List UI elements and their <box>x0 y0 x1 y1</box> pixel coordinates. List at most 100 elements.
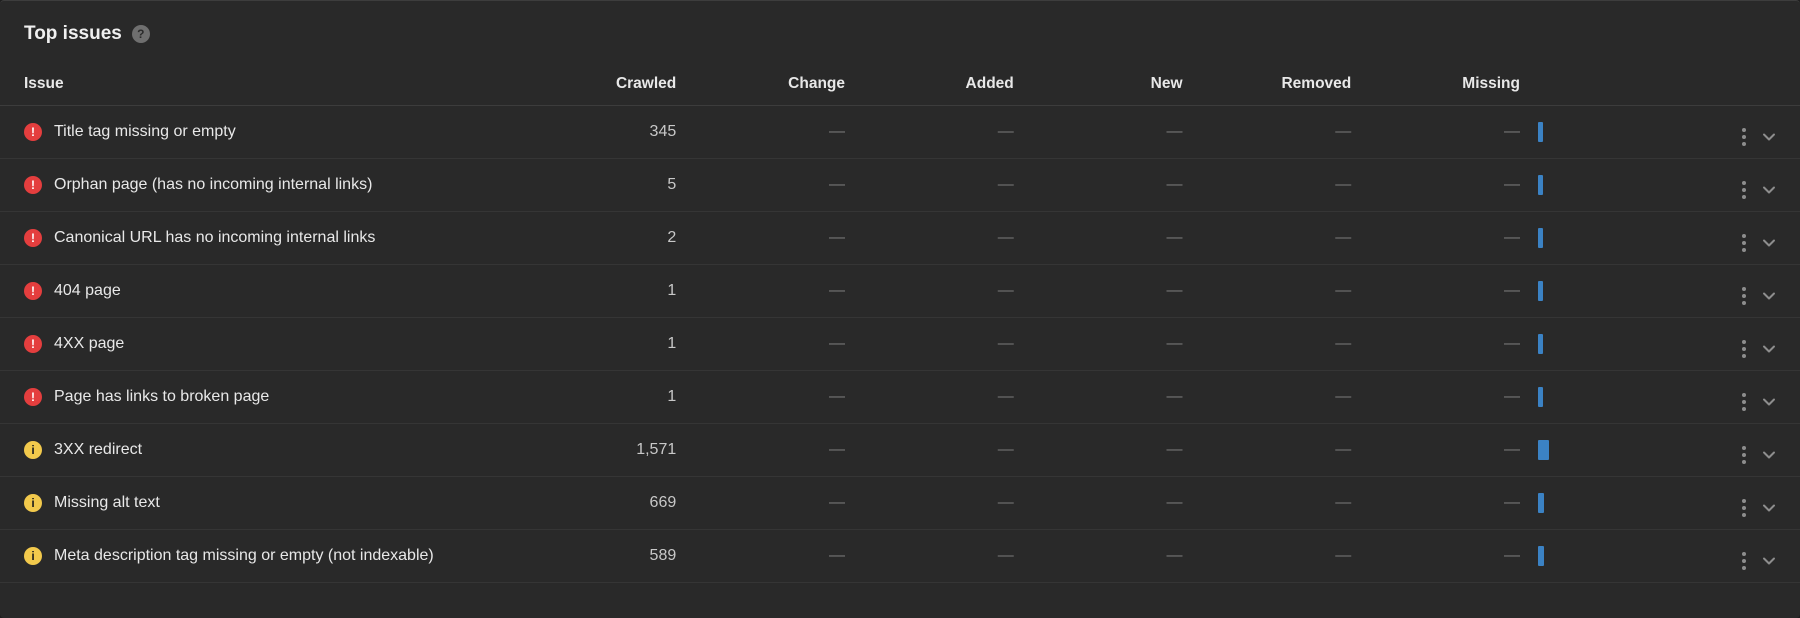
table-row[interactable]: !Page has links to broken page1————— <box>0 371 1800 424</box>
cell-crawled: 345 <box>518 106 687 159</box>
cell-missing: — <box>1361 212 1530 265</box>
chevron-down-icon[interactable] <box>1762 501 1776 515</box>
bar-track <box>1538 224 1691 252</box>
cell-missing: — <box>1361 530 1530 583</box>
issue-label: 4XX page <box>54 334 124 355</box>
chevron-down-icon[interactable] <box>1762 289 1776 303</box>
cell-crawled: 5 <box>518 159 687 212</box>
issue-label: 3XX redirect <box>54 440 142 461</box>
warning-icon: i <box>24 547 42 565</box>
bar-fill <box>1538 281 1543 301</box>
cell-new: — <box>1024 265 1193 318</box>
cell-missing: — <box>1361 318 1530 371</box>
col-header-added[interactable]: Added <box>855 63 1024 106</box>
error-icon: ! <box>24 176 42 194</box>
error-icon: ! <box>24 282 42 300</box>
chevron-down-icon[interactable] <box>1762 395 1776 409</box>
cell-issue: !Orphan page (has no incoming internal l… <box>0 159 518 212</box>
cell-issue: !Title tag missing or empty <box>0 106 518 159</box>
chevron-down-icon[interactable] <box>1762 448 1776 462</box>
help-icon[interactable]: ? <box>132 25 150 43</box>
kebab-icon[interactable] <box>1742 499 1746 517</box>
table-row[interactable]: !4XX page1————— <box>0 318 1800 371</box>
cell-removed: — <box>1193 159 1362 212</box>
cell-new: — <box>1024 530 1193 583</box>
cell-bar <box>1530 530 1699 583</box>
table-row[interactable]: !Title tag missing or empty345————— <box>0 106 1800 159</box>
cell-change: — <box>686 212 855 265</box>
cell-bar <box>1530 477 1699 530</box>
cell-change: — <box>686 318 855 371</box>
table-row[interactable]: iMissing alt text669————— <box>0 477 1800 530</box>
cell-change: — <box>686 265 855 318</box>
col-header-removed[interactable]: Removed <box>1193 63 1362 106</box>
cell-added: — <box>855 265 1024 318</box>
cell-new: — <box>1024 212 1193 265</box>
kebab-icon[interactable] <box>1742 340 1746 358</box>
cell-removed: — <box>1193 265 1362 318</box>
issue-label: Page has links to broken page <box>54 387 269 408</box>
chevron-down-icon[interactable] <box>1762 130 1776 144</box>
cell-crawled: 2 <box>518 212 687 265</box>
cell-issue: !404 page <box>0 265 518 318</box>
cell-actions <box>1699 424 1800 477</box>
cell-missing: — <box>1361 477 1530 530</box>
cell-missing: — <box>1361 106 1530 159</box>
cell-actions <box>1699 530 1800 583</box>
chevron-down-icon[interactable] <box>1762 183 1776 197</box>
cell-actions <box>1699 159 1800 212</box>
cell-added: — <box>855 424 1024 477</box>
cell-new: — <box>1024 318 1193 371</box>
cell-removed: — <box>1193 371 1362 424</box>
cell-missing: — <box>1361 424 1530 477</box>
cell-change: — <box>686 371 855 424</box>
cell-added: — <box>855 371 1024 424</box>
cell-crawled: 1 <box>518 265 687 318</box>
cell-missing: — <box>1361 371 1530 424</box>
kebab-icon[interactable] <box>1742 393 1746 411</box>
cell-actions <box>1699 477 1800 530</box>
kebab-icon[interactable] <box>1742 446 1746 464</box>
cell-crawled: 1 <box>518 318 687 371</box>
chevron-down-icon[interactable] <box>1762 554 1776 568</box>
cell-new: — <box>1024 159 1193 212</box>
kebab-icon[interactable] <box>1742 287 1746 305</box>
col-header-missing[interactable]: Missing <box>1361 63 1530 106</box>
cell-change: — <box>686 477 855 530</box>
kebab-icon[interactable] <box>1742 181 1746 199</box>
cell-issue: i3XX redirect <box>0 424 518 477</box>
table-row[interactable]: !404 page1————— <box>0 265 1800 318</box>
table-header-row: Issue Crawled Change Added New Removed M… <box>0 63 1800 106</box>
kebab-icon[interactable] <box>1742 552 1746 570</box>
cell-removed: — <box>1193 212 1362 265</box>
col-header-crawled[interactable]: Crawled <box>518 63 687 106</box>
bar-track <box>1538 542 1691 570</box>
bar-track <box>1538 118 1691 146</box>
table-row[interactable]: !Orphan page (has no incoming internal l… <box>0 159 1800 212</box>
kebab-icon[interactable] <box>1742 128 1746 146</box>
cell-removed: — <box>1193 477 1362 530</box>
table-row[interactable]: i3XX redirect1,571————— <box>0 424 1800 477</box>
kebab-icon[interactable] <box>1742 234 1746 252</box>
cell-removed: — <box>1193 424 1362 477</box>
bar-fill <box>1538 175 1543 195</box>
issue-label: Title tag missing or empty <box>54 122 236 143</box>
table-row[interactable]: iMeta description tag missing or empty (… <box>0 530 1800 583</box>
issue-label: Canonical URL has no incoming internal l… <box>54 228 375 249</box>
chevron-down-icon[interactable] <box>1762 236 1776 250</box>
cell-change: — <box>686 424 855 477</box>
cell-actions <box>1699 212 1800 265</box>
col-header-change[interactable]: Change <box>686 63 855 106</box>
bar-fill <box>1538 493 1544 513</box>
bar-fill <box>1538 228 1543 248</box>
chevron-down-icon[interactable] <box>1762 342 1776 356</box>
bar-track <box>1538 330 1691 358</box>
col-header-issue[interactable]: Issue <box>0 63 518 106</box>
cell-new: — <box>1024 424 1193 477</box>
cell-issue: !4XX page <box>0 318 518 371</box>
cell-added: — <box>855 212 1024 265</box>
cell-crawled: 1,571 <box>518 424 687 477</box>
col-header-new[interactable]: New <box>1024 63 1193 106</box>
table-row[interactable]: !Canonical URL has no incoming internal … <box>0 212 1800 265</box>
cell-missing: — <box>1361 265 1530 318</box>
